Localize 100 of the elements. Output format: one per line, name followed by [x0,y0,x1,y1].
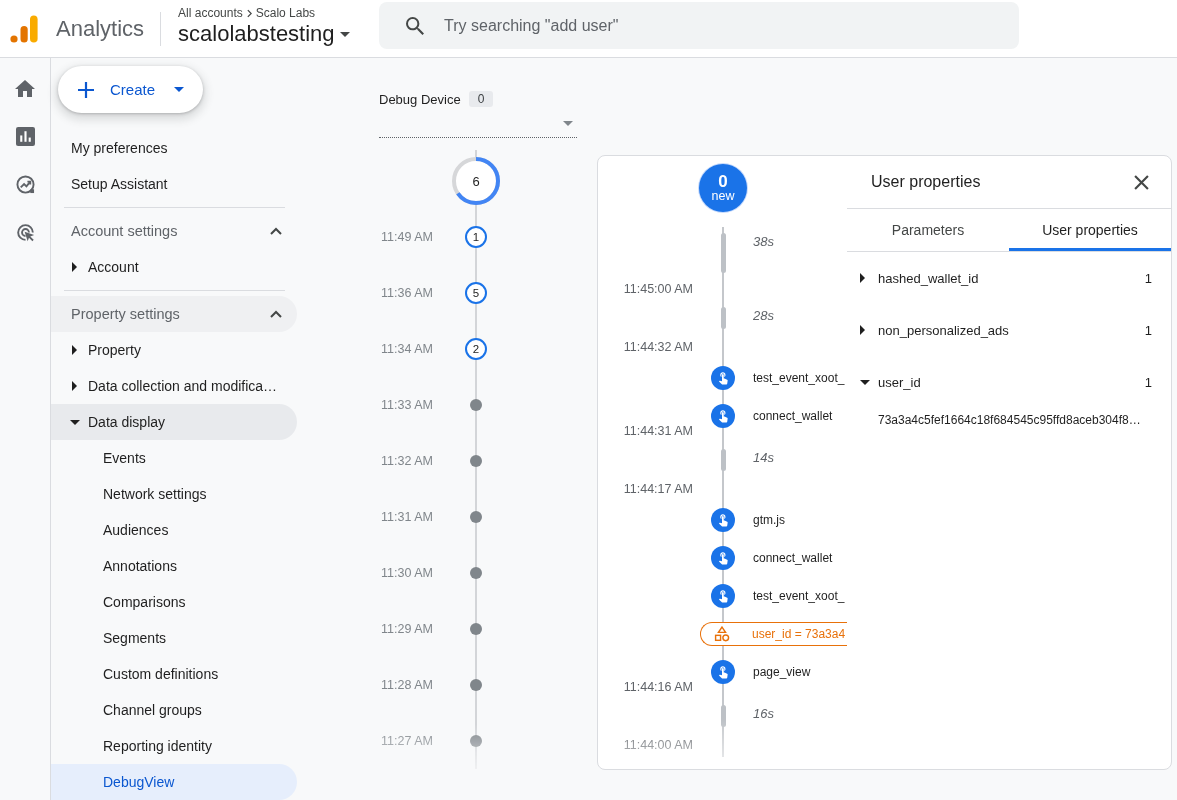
event-name[interactable]: connect_wallet [748,551,847,565]
nav-item[interactable]: Account [51,249,297,285]
minute-count[interactable]: 5 [465,282,487,304]
caret-icon[interactable] [860,379,870,385]
device-label: Debug Device [379,91,461,107]
timestamp: 11:45:00 AM [622,282,694,296]
property-count: 1 [1144,270,1152,286]
touch-hand-icon[interactable] [711,508,735,532]
duration-label: 14s [752,449,775,465]
event-name[interactable]: test_event_xoot_ [748,589,847,603]
duration-bar [720,233,726,273]
section-header[interactable]: Property settings [51,296,297,332]
nav-item[interactable]: Events [51,440,297,476]
product-name: Analytics [56,15,145,42]
duration-label: 16s [752,705,775,721]
target-cursor-icon[interactable] [15,222,35,242]
minute-time: 11:30 AM [380,566,434,580]
device-count: 0 [468,91,494,107]
dot-icon [470,567,482,579]
nav-item[interactable]: Reporting identity [51,728,297,764]
property-name: hashed_wallet_id [878,270,979,286]
shapes-icon [714,626,730,642]
duration-bar [720,307,726,329]
touch-hand-icon[interactable] [711,366,735,390]
caret-icon [174,87,184,92]
breadcrumb-link[interactable]: All accounts [178,6,243,20]
dot-icon [470,679,482,691]
caret-icon [339,31,350,37]
panel-title: User properties [871,173,981,191]
new-label: new [711,190,735,204]
property-name: non_personalized_ads [878,322,1009,338]
minute-time: 11:29 AM [380,622,434,636]
minute-total: 6 [472,173,480,189]
event-name[interactable]: connect_wallet [748,409,847,423]
minute-time: 11:28 AM [380,678,434,692]
duration-bar [720,705,726,727]
plus-icon [78,81,94,98]
minute-count[interactable]: 2 [465,338,487,360]
property-selector[interactable]: scalolabstesting [178,21,350,47]
nav-item[interactable]: Property [51,332,297,368]
property-change-label: user_id = 73a3a4 [752,627,846,641]
event-name[interactable]: gtm.js [748,513,847,527]
minute-time: 11:34 AM [380,342,434,356]
search-input[interactable]: Try searching "add user" [444,13,1004,38]
nav-item[interactable]: Annotations [51,548,297,584]
dot-icon [470,511,482,523]
minute-time: 11:32 AM [380,454,434,468]
minute-time: 11:27 AM [380,734,434,748]
duration-label: 38s [752,233,775,249]
touch-hand-icon[interactable] [711,546,735,570]
minute-time: 11:31 AM [380,510,434,524]
nav-item[interactable]: My preferences [51,130,297,166]
close-icon[interactable] [1134,174,1149,190]
section-header[interactable]: Account settings [51,213,297,249]
new-events-badge[interactable]: 0 new [699,164,747,212]
logo-icon [10,14,38,43]
nav-item[interactable]: Channel groups [51,692,297,728]
nav-item[interactable]: DebugView [51,764,297,800]
trend-circle-icon[interactable] [15,174,35,194]
timestamp: 11:44:32 AM [622,340,694,354]
chevron-right-icon [246,8,252,18]
caret-icon [563,121,573,126]
timestamp: 11:44:16 AM [622,680,694,694]
property-count: 1 [1144,374,1152,390]
nav-item[interactable]: Segments [51,620,297,656]
event-name[interactable]: page_view [748,665,847,679]
nav-item[interactable]: Data display [51,404,297,440]
touch-hand-icon[interactable] [711,584,735,608]
nav-item[interactable]: Data collection and modifica… [51,368,297,404]
create-button[interactable]: Create [58,66,203,113]
nav-item[interactable]: Network settings [51,476,297,512]
nav-item[interactable]: Audiences [51,512,297,548]
timestamp: 11:44:17 AM [622,482,694,496]
search-icon[interactable] [406,16,425,35]
minute-time: 11:33 AM [380,398,434,412]
nav-item[interactable]: Comparisons [51,584,297,620]
bar-chart-icon[interactable] [15,126,35,146]
dot-icon [470,735,482,747]
breadcrumb-link[interactable]: Scalo Labs [255,6,316,20]
property-count: 1 [1144,322,1152,338]
event-name[interactable]: test_event_xoot_ [748,371,847,385]
dot-icon [470,455,482,467]
minute-time: 11:36 AM [380,286,434,300]
caret-icon[interactable] [860,273,865,283]
property-name: user_id [878,374,921,390]
property-value: 73a3a4c5fef1664c18f684545c95ffd8aceb304f8… [878,413,1141,427]
home-icon[interactable] [15,79,35,97]
nav-item[interactable]: Custom definitions [51,656,297,692]
tab[interactable]: Parameters [847,209,1009,251]
tab[interactable]: User properties [1009,209,1171,251]
timestamp: 11:44:00 AM [622,738,694,752]
dot-icon [470,623,482,635]
timestamp: 11:44:31 AM [622,424,694,438]
caret-icon[interactable] [860,325,865,335]
nav-item[interactable]: Setup Assistant [51,166,297,202]
minute-count[interactable]: 1 [465,226,487,248]
new-count: 0 [718,172,728,191]
duration-bar [720,449,726,471]
search-bar[interactable]: Try searching "add user" [379,2,1020,49]
dot-icon [470,399,482,411]
